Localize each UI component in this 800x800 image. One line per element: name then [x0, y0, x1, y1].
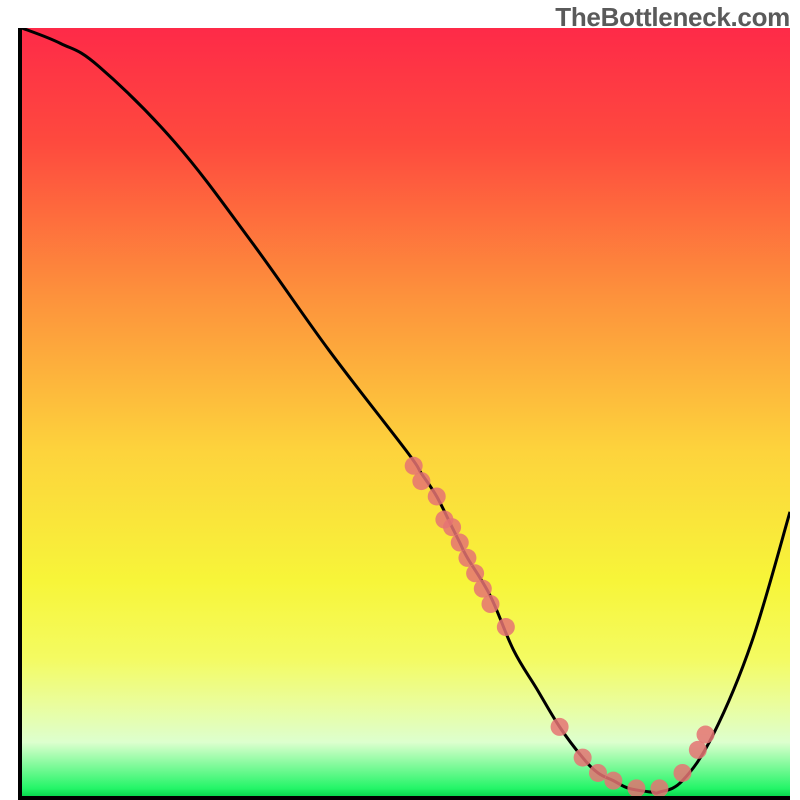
data-point: [551, 718, 569, 736]
data-point: [627, 779, 645, 796]
data-point: [443, 518, 461, 536]
chart-frame: TheBottleneck.com: [0, 0, 800, 800]
data-point: [466, 564, 484, 582]
data-point: [689, 741, 707, 759]
data-point: [474, 580, 492, 598]
data-point: [405, 457, 423, 475]
data-point: [458, 549, 476, 567]
data-point: [574, 749, 592, 767]
data-point: [497, 618, 515, 636]
data-point: [412, 472, 430, 490]
chart-svg: [22, 28, 790, 796]
data-point: [451, 534, 469, 552]
data-point: [673, 764, 691, 782]
data-point: [481, 595, 499, 613]
data-point: [428, 487, 446, 505]
bottleneck-curve: [22, 28, 790, 793]
data-point: [650, 779, 668, 796]
plot-area: [18, 28, 790, 800]
data-point: [604, 772, 622, 790]
data-point: [589, 764, 607, 782]
data-point: [697, 726, 715, 744]
